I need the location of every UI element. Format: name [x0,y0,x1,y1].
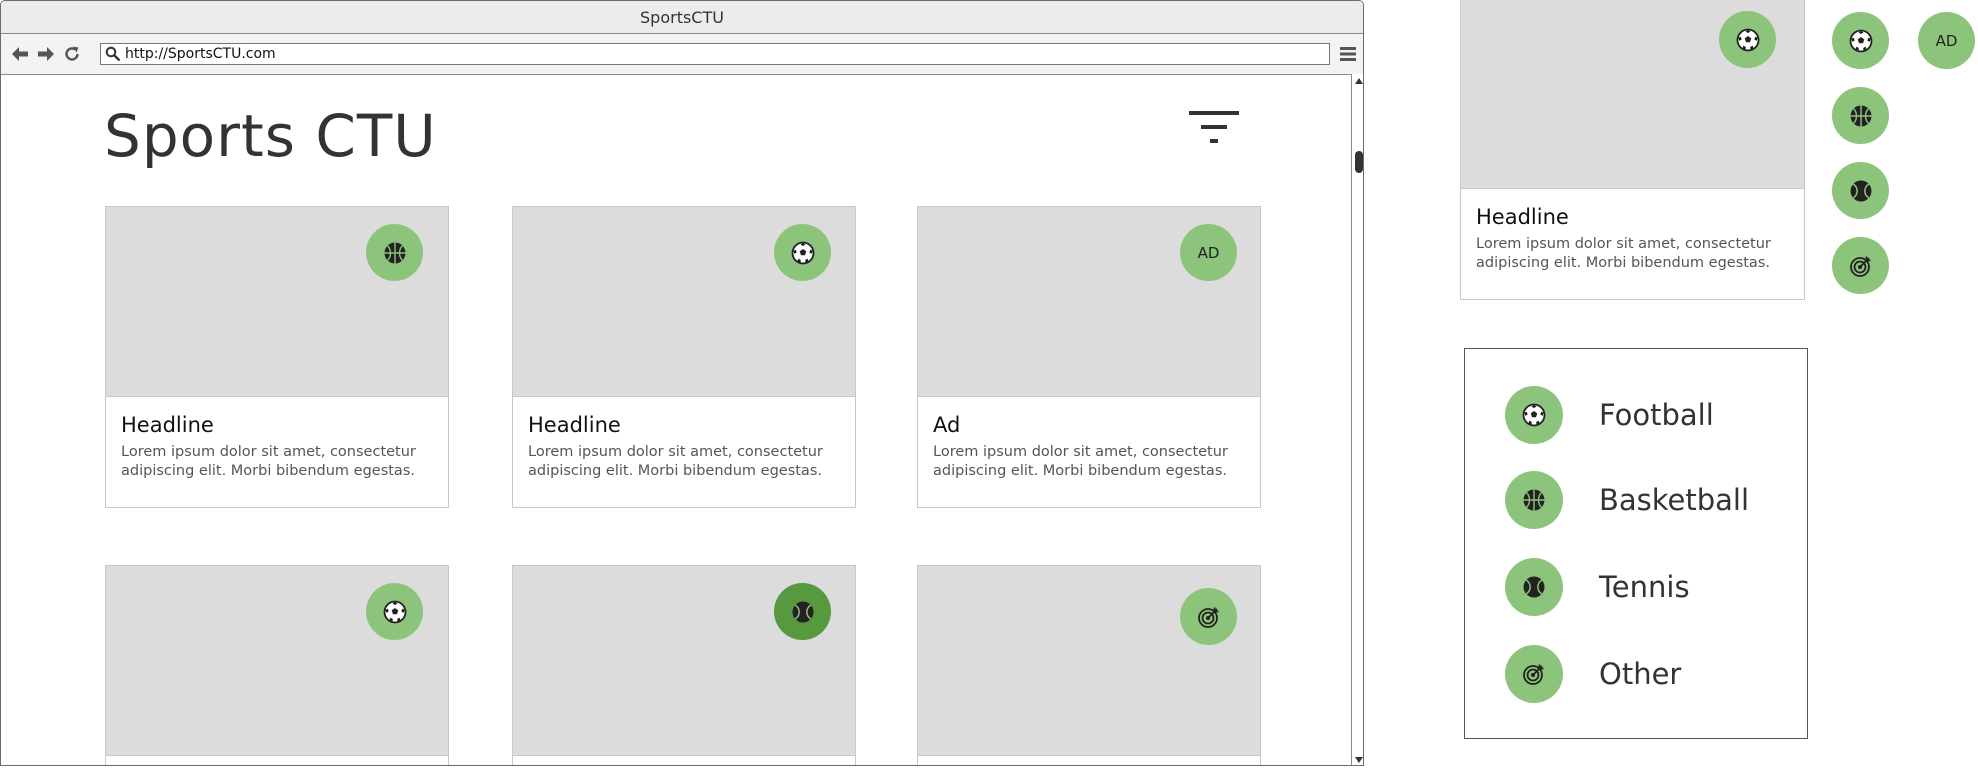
article-card[interactable]: Headline Lorem ipsum dolor sit amet, con… [105,206,449,508]
address-bar[interactable]: http://SportsCTU.com [100,43,1330,65]
legend-label: Football [1599,398,1714,432]
window-title: SportsCTU [640,7,724,27]
window-titlebar: SportsCTU [1,1,1363,34]
article-card[interactable] [512,565,856,765]
scroll-down-arrow-icon[interactable] [1355,757,1363,763]
soccer-ball-icon [1832,12,1889,69]
image-placeholder [513,207,855,397]
forward-arrow-icon[interactable] [35,43,57,65]
page-title: Sports CTU [104,102,437,170]
article-card[interactable] [917,565,1261,765]
category-legend: Football Basketball Tennis Other [1464,348,1808,739]
ad-badge: AD [1180,224,1237,281]
card-headline: Headline [528,413,621,437]
scrollbar-thumb[interactable] [1355,151,1363,173]
tennis-ball-icon [1505,558,1563,616]
image-placeholder [106,566,448,756]
basketball-icon [1832,87,1889,144]
card-text: Lorem ipsum dolor sit amet, consectetur … [933,444,1228,479]
image-placeholder [918,566,1260,756]
legend-label: Tennis [1599,570,1690,604]
soccer-ball-icon [1505,386,1563,444]
ad-card[interactable]: AD Ad Lorem ipsum dolor sit amet, consec… [917,206,1261,508]
search-icon [103,44,123,64]
image-placeholder [106,207,448,397]
ad-badge: AD [1918,12,1975,69]
image-placeholder: AD [918,207,1260,397]
legend-item-tennis[interactable]: Tennis [1505,558,1690,616]
component-card[interactable]: Headline Lorem ipsum dolor sit amet, con… [1460,0,1805,300]
image-placeholder [1461,0,1804,189]
card-text: Lorem ipsum dolor sit amet, consectetur … [1476,236,1771,271]
scroll-up-arrow-icon[interactable] [1355,78,1363,84]
soccer-ball-icon [774,224,831,281]
page-viewport: Sports CTU Headline Lorem ipsum dolor si… [1,74,1350,765]
hamburger-menu-icon[interactable] [1339,45,1357,63]
card-headline: Headline [1476,205,1569,229]
browser-window: SportsCTU http://SportsCTU.com Sports CT… [0,0,1364,766]
card-text: Lorem ipsum dolor sit amet, consectetur … [121,444,416,479]
browser-toolbar: http://SportsCTU.com [1,34,1363,75]
legend-item-football[interactable]: Football [1505,386,1714,444]
tennis-ball-icon [1832,162,1889,219]
article-card[interactable]: Headline Lorem ipsum dolor sit amet, con… [512,206,856,508]
tennis-ball-icon [774,583,831,640]
target-icon [1505,645,1563,703]
legend-label: Basketball [1599,483,1750,517]
filter-icon[interactable] [1189,111,1239,147]
target-icon [1180,588,1237,645]
vertical-scrollbar[interactable] [1351,74,1363,765]
legend-label: Other [1599,657,1682,691]
soccer-ball-icon [1719,11,1776,68]
legend-item-basketball[interactable]: Basketball [1505,471,1749,529]
soccer-ball-icon [366,583,423,640]
target-icon [1832,237,1889,294]
article-card[interactable] [105,565,449,765]
back-arrow-icon[interactable] [9,43,31,65]
card-text: Lorem ipsum dolor sit amet, consectetur … [528,444,823,479]
basketball-icon [366,224,423,281]
card-headline: Headline [121,413,214,437]
image-placeholder [513,566,855,756]
reload-icon[interactable] [61,43,83,65]
url-text: http://SportsCTU.com [125,46,276,62]
legend-item-other[interactable]: Other [1505,645,1681,703]
card-headline: Ad [933,413,961,437]
basketball-icon [1505,471,1563,529]
